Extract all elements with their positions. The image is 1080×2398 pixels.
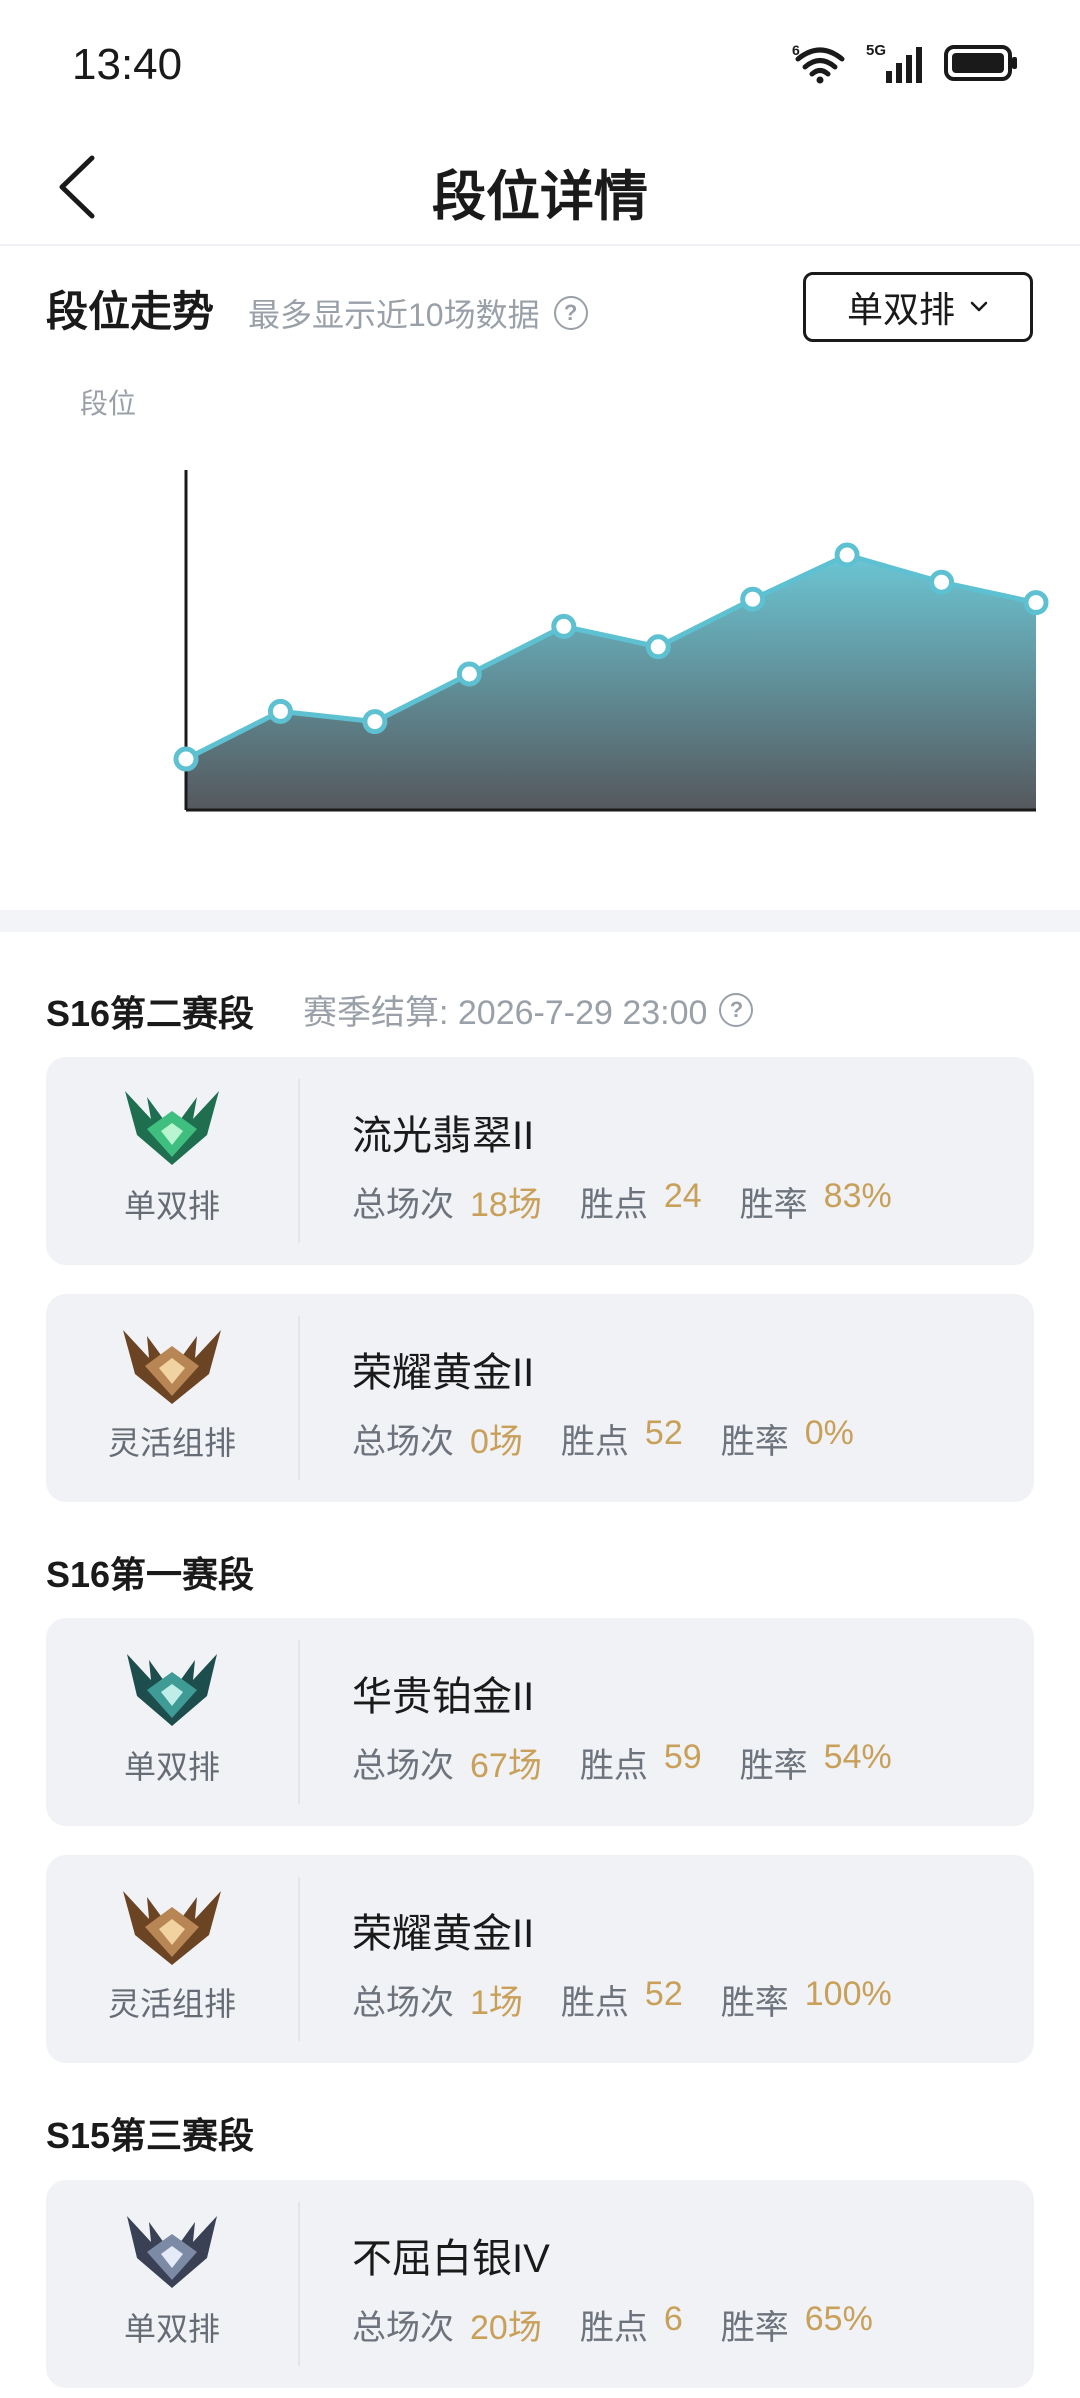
queue-type-label: 单双排 xyxy=(123,2311,220,2347)
chart-area-fill xyxy=(186,555,1036,810)
chart-data-point xyxy=(362,709,388,735)
chart-data-point xyxy=(551,613,577,639)
winrate-value: 100% xyxy=(804,1975,892,2013)
rank-name: 华贵铂金II xyxy=(352,1675,535,1719)
winrate-value: 0% xyxy=(804,1414,854,1452)
winrate-label: 胜率 xyxy=(720,1984,789,2022)
points-value: 24 xyxy=(663,1177,702,1215)
games-label: 总场次 xyxy=(352,1984,454,2022)
queue-type-dropdown[interactable]: 单双排 xyxy=(803,272,1033,342)
rank-card[interactable]: 单双排 流光翡翠II 总场次 18场 胜点 24 胜率 83% xyxy=(46,1057,1034,1265)
winrate-value: 65% xyxy=(804,2300,873,2338)
rank-stats: 总场次 1场 胜点 52 胜率 100% xyxy=(352,1975,930,2024)
chart-data-point xyxy=(267,698,293,724)
wifi-icon: 6 xyxy=(792,42,845,84)
rank-card-badge-area: 单双排 xyxy=(46,1079,300,1243)
queue-type-label: 灵活组排 xyxy=(107,1425,236,1461)
trend-subtitle: 最多显示近10场数据 ? xyxy=(248,290,588,336)
season-title: S15第三赛段 xyxy=(46,2115,255,2156)
rank-name: 不屈白银IV xyxy=(352,2237,550,2281)
rank-name: 流光翡翠II xyxy=(352,1114,535,1158)
rank-name: 荣耀黄金II xyxy=(352,1351,535,1395)
rank-stats: 总场次 0场 胜点 52 胜率 0% xyxy=(352,1414,892,1463)
status-icons: 6 5G xyxy=(792,38,1020,88)
chart-data-point xyxy=(645,634,671,660)
queue-type-value: 单双排 xyxy=(846,289,955,330)
winrate-label: 胜率 xyxy=(720,1423,789,1461)
rank-trend-chart xyxy=(173,470,1049,812)
games-label: 总场次 xyxy=(352,1747,454,1785)
trend-section-title: 段位走势 xyxy=(46,288,215,335)
rank-card[interactable]: 单双排 华贵铂金II 总场次 67场 胜点 59 胜率 54% xyxy=(46,1618,1034,1826)
page-title: 段位详情 xyxy=(432,167,648,227)
winrate-value: 83% xyxy=(823,1177,892,1215)
games-value: 0场 xyxy=(470,1423,523,1461)
points-value: 52 xyxy=(644,1975,683,2013)
chart-data-point xyxy=(173,746,199,772)
chart-data-point xyxy=(834,542,860,568)
network-type-label: 5G xyxy=(866,42,886,59)
rank-card-badge-area: 单双排 xyxy=(46,2202,300,2366)
chart-data-point xyxy=(456,661,482,687)
rank-card-badge-area: 单双排 xyxy=(46,1640,300,1804)
chart-data-point xyxy=(1023,590,1049,616)
help-icon[interactable]: ? xyxy=(553,296,588,330)
rank-card-badge-area: 灵活组排 xyxy=(46,1877,300,2041)
points-label: 胜点 xyxy=(579,2309,648,2347)
help-icon[interactable]: ? xyxy=(719,992,754,1027)
platinum-badge-icon xyxy=(127,1654,217,1726)
season-title: S16第一赛段 xyxy=(46,1554,255,1595)
winrate-label: 胜率 xyxy=(739,1186,808,1224)
points-label: 胜点 xyxy=(560,1984,629,2022)
points-label: 胜点 xyxy=(579,1186,648,1224)
queue-type-label: 灵活组排 xyxy=(107,1986,236,2022)
games-label: 总场次 xyxy=(352,1423,454,1461)
chart-data-point xyxy=(929,569,955,595)
winrate-label: 胜率 xyxy=(739,1747,808,1785)
chart-y-axis-label: 段位 xyxy=(80,388,137,419)
winrate-value: 54% xyxy=(823,1738,892,1776)
points-value: 52 xyxy=(644,1414,683,1452)
gold-badge-icon xyxy=(123,1891,221,1965)
rank-card[interactable]: 灵活组排 荣耀黄金II 总场次 0场 胜点 52 胜率 0% xyxy=(46,1294,1034,1502)
rank-name: 荣耀黄金II xyxy=(352,1912,535,1956)
season-settlement-text: 赛季结算: 2026-7-29 23:00 xyxy=(303,994,708,1032)
gold-badge-icon xyxy=(123,1330,221,1404)
points-value: 59 xyxy=(663,1738,702,1776)
winrate-label: 胜率 xyxy=(720,2309,789,2347)
points-label: 胜点 xyxy=(560,1423,629,1461)
rank-card[interactable]: 单双排 不屈白银IV 总场次 20场 胜点 6 胜率 65% xyxy=(46,2180,1034,2388)
battery-icon xyxy=(944,45,1017,81)
games-value: 67场 xyxy=(470,1747,542,1785)
rank-card-badge-area: 灵活组排 xyxy=(46,1316,300,1480)
chevron-down-icon xyxy=(970,301,988,312)
games-label: 总场次 xyxy=(352,2309,454,2347)
cellular-signal-icon: 5G xyxy=(866,42,922,83)
games-value: 18场 xyxy=(470,1186,542,1224)
emerald-badge-icon xyxy=(125,1091,219,1165)
silver-badge-icon xyxy=(127,2216,217,2288)
games-value: 20场 xyxy=(470,2309,542,2347)
chart-data-point xyxy=(740,586,766,612)
section-divider xyxy=(0,910,1080,932)
games-value: 1场 xyxy=(470,1984,523,2022)
season-settlement: 赛季结算: 2026-7-29 23:00 ? xyxy=(303,985,754,1034)
rank-stats: 总场次 20场 胜点 6 胜率 65% xyxy=(352,2300,911,2349)
points-value: 6 xyxy=(663,2300,683,2338)
status-time: 13:40 xyxy=(72,40,183,89)
status-bar: 13:40 6 5G xyxy=(0,0,1080,130)
trend-subtitle-text: 最多显示近10场数据 xyxy=(248,297,540,333)
season-title: S16第二赛段 xyxy=(46,993,255,1034)
rank-stats: 总场次 67场 胜点 59 胜率 54% xyxy=(352,1738,930,1787)
rank-stats: 总场次 18场 胜点 24 胜率 83% xyxy=(352,1177,930,1226)
app-header: 段位详情 xyxy=(0,130,1080,246)
points-label: 胜点 xyxy=(579,1747,648,1785)
rank-card[interactable]: 灵活组排 荣耀黄金II 总场次 1场 胜点 52 胜率 100% xyxy=(46,1855,1034,2063)
games-label: 总场次 xyxy=(352,1186,454,1224)
queue-type-label: 单双排 xyxy=(123,1749,220,1785)
queue-type-label: 单双排 xyxy=(123,1188,220,1224)
